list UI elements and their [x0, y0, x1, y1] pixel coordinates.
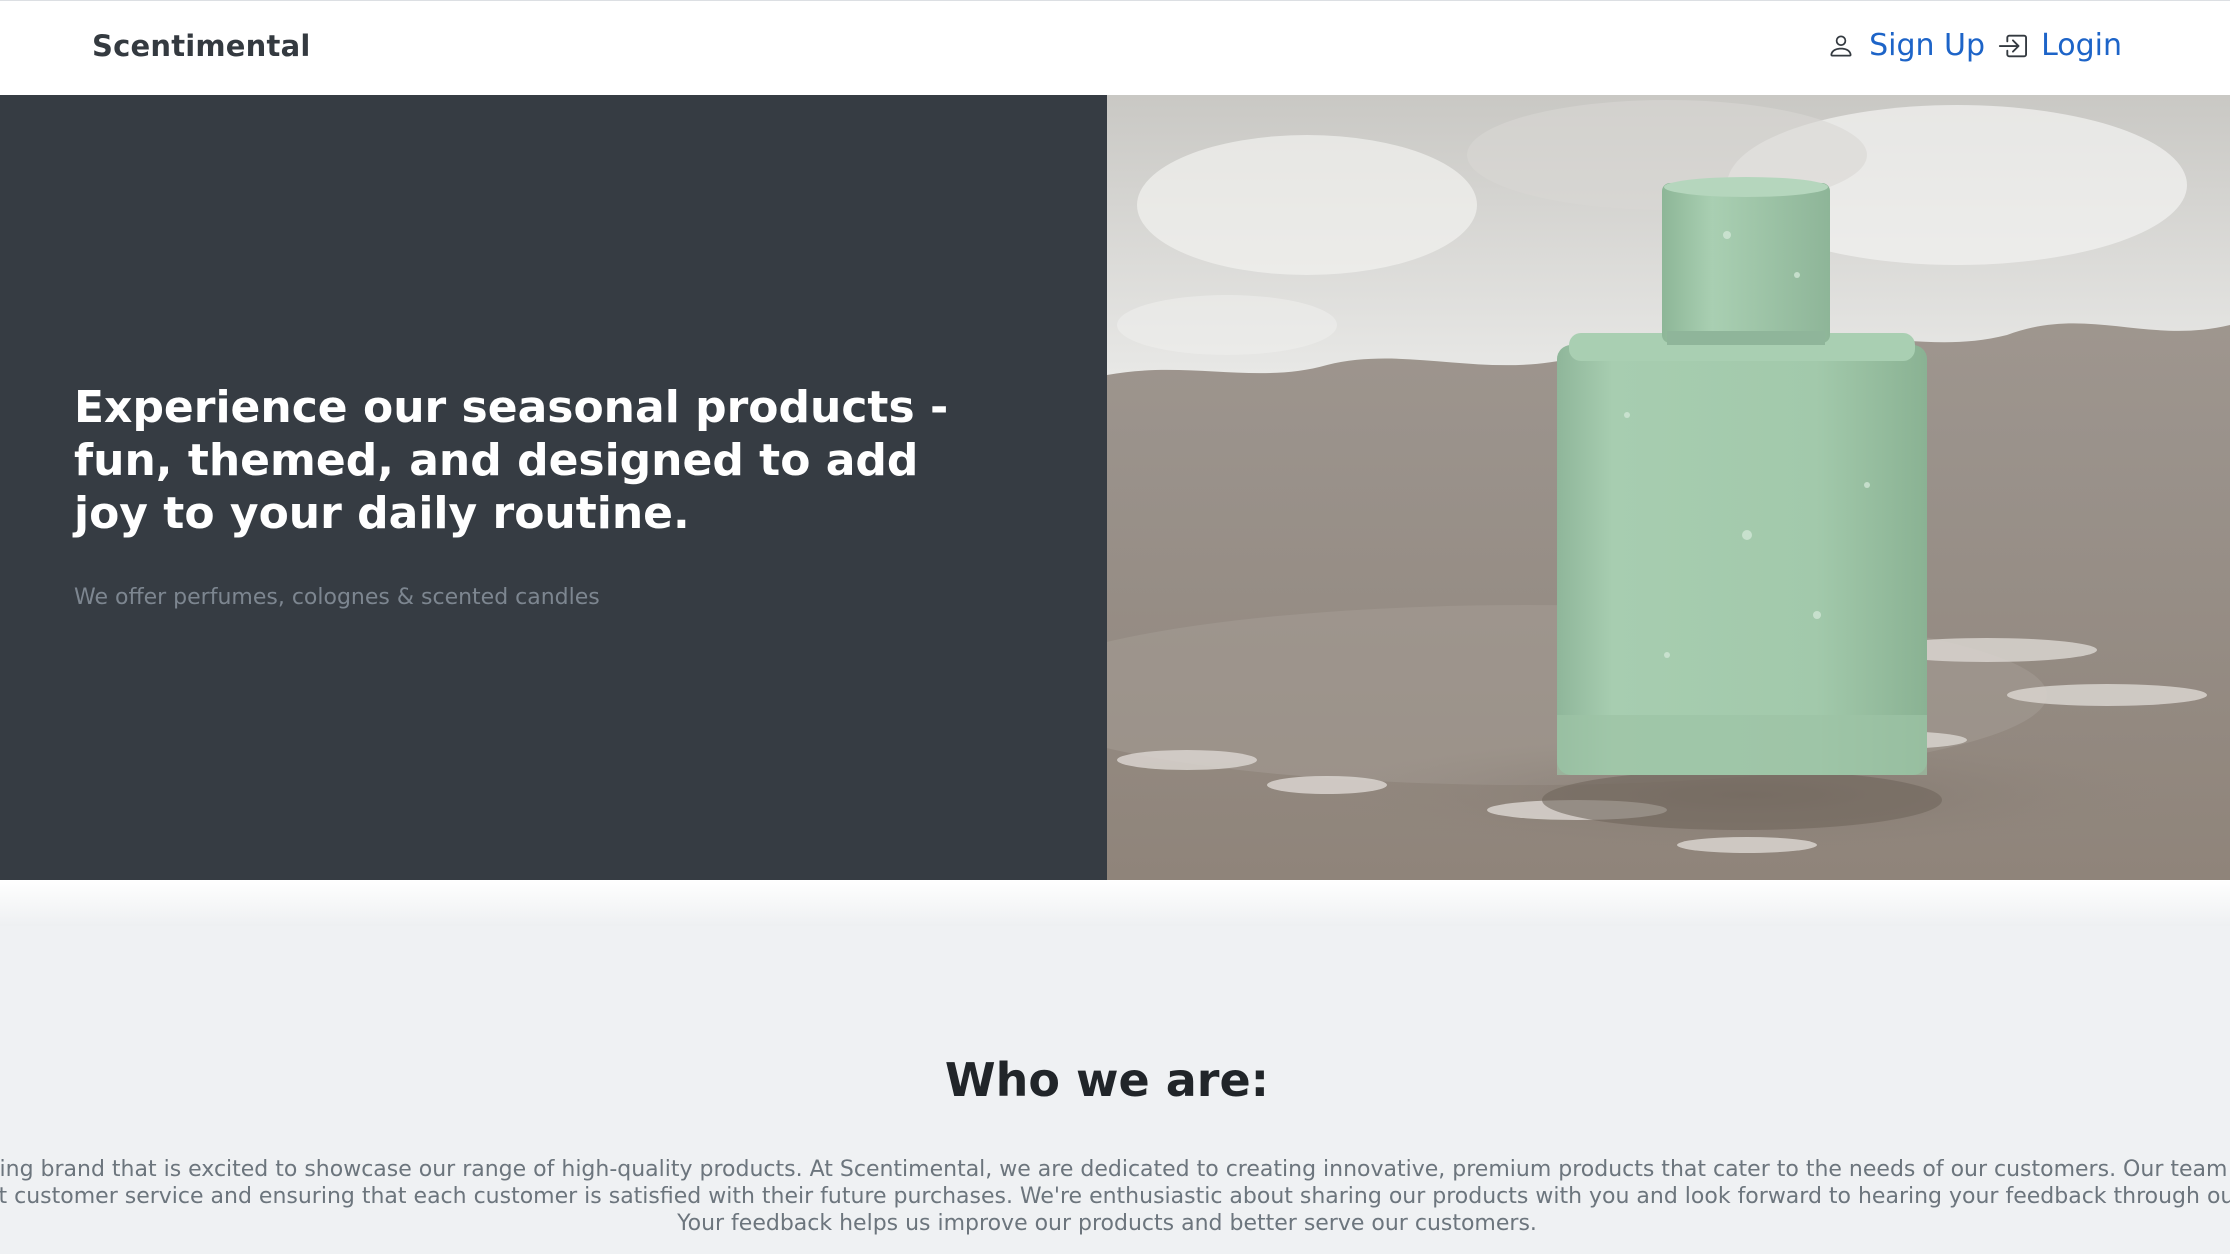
hero-image — [1107, 95, 2230, 880]
navbar: Scentimental Sign Up Login — [0, 1, 2230, 95]
about-text: We are an upcoming brand that is excited… — [0, 1157, 2230, 1236]
login-label: Login — [2041, 28, 2122, 63]
hero-title: Experience our seasonal products - fun, … — [74, 382, 949, 539]
hero-subtitle: We offer perfumes, colognes & scented ca… — [74, 585, 600, 610]
brand-logo[interactable]: Scentimental — [92, 29, 311, 63]
about-title: Who we are: — [944, 1053, 1270, 1107]
nav-links: Sign Up Login — [1827, 28, 2122, 63]
signup-link[interactable]: Sign Up — [1827, 28, 1985, 63]
signup-label: Sign Up — [1869, 28, 1986, 63]
hero-text-panel: Experience our seasonal products - fun, … — [0, 95, 1107, 880]
hero-section: Experience our seasonal products - fun, … — [0, 95, 2230, 880]
person-icon — [1827, 32, 1855, 60]
box-arrow-in-right-icon — [1997, 31, 2028, 61]
about-section: Who we are: We are an upcoming brand tha… — [0, 926, 2230, 1254]
login-link[interactable]: Login — [1997, 28, 2122, 63]
section-divider — [0, 880, 2230, 926]
